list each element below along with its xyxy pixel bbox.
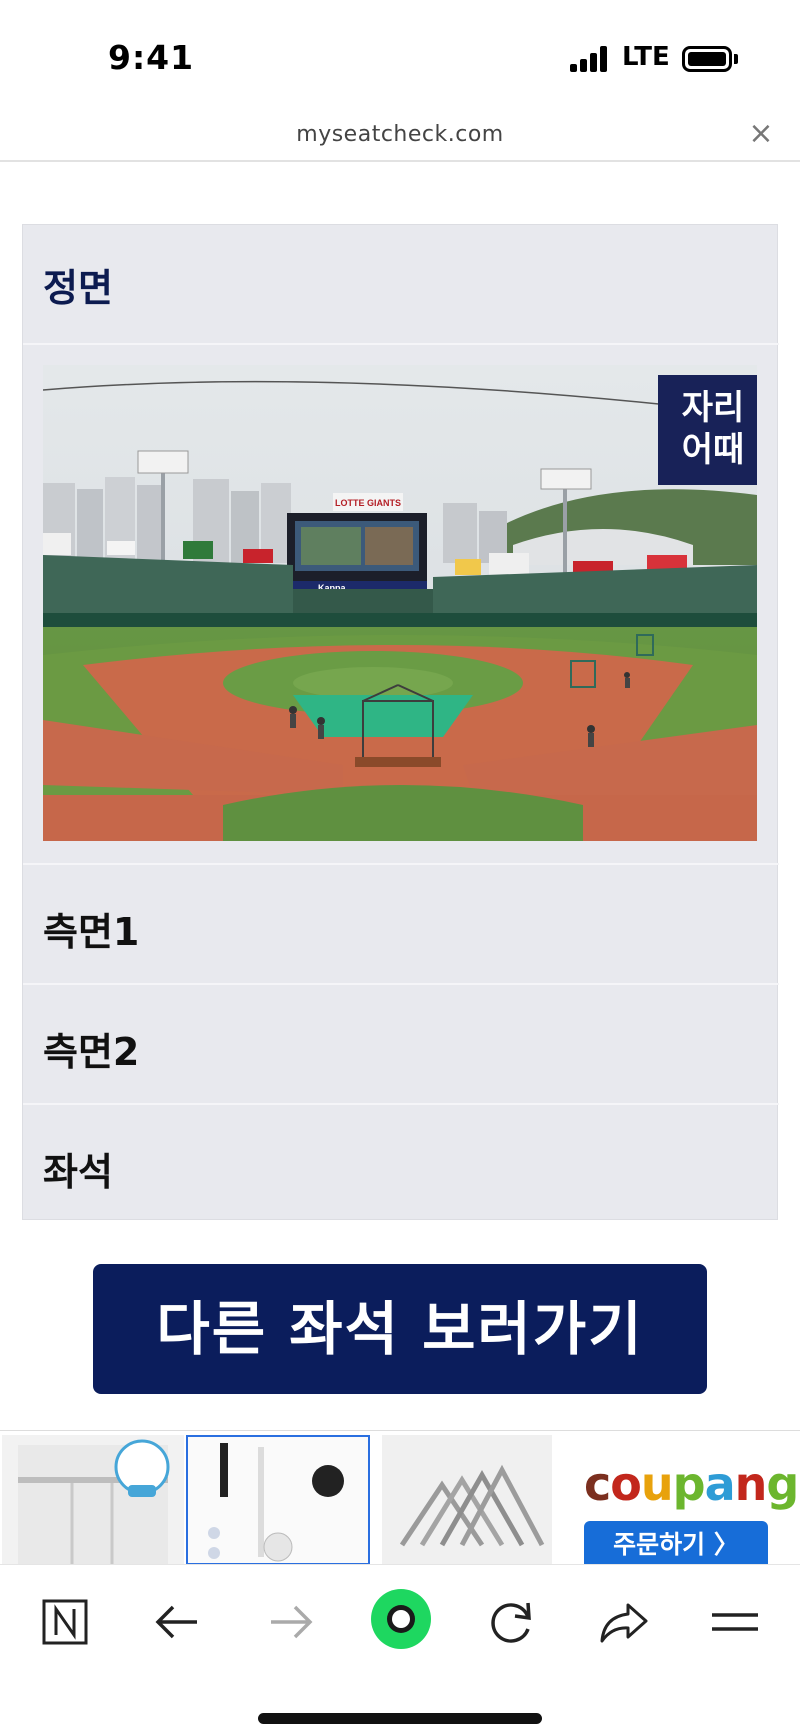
naver-n-icon[interactable] — [30, 1587, 100, 1657]
green-dot-icon[interactable] — [365, 1583, 437, 1655]
ad-product-hangers[interactable] — [382, 1435, 552, 1564]
tab-side2-view[interactable]: 측면2 — [23, 985, 779, 1105]
ad-coupang[interactable]: coupang 주문하기 〉 — [560, 1435, 798, 1564]
refresh-icon[interactable] — [476, 1587, 546, 1657]
view-panel: 정면 LOTTE GIANTS Kappa 자리 어때 측면1 측면2 좌석 — [22, 224, 779, 1221]
home-indicator — [258, 1713, 542, 1724]
status-bar: 9:41 LTE — [0, 0, 800, 112]
stadium-photo: LOTTE GIANTS Kappa 자리 어때 — [43, 365, 757, 841]
url-text[interactable]: myseatcheck.com — [0, 122, 800, 147]
tab-front-view[interactable]: 정면 — [23, 225, 779, 345]
tab-seat-label: 좌석 — [43, 1150, 113, 1194]
tab-side2-label: 측면2 — [43, 1030, 140, 1074]
tab-side1-label: 측면1 — [43, 910, 140, 954]
status-time: 9:41 — [108, 38, 195, 77]
close-icon[interactable]: × — [746, 116, 776, 151]
menu-icon[interactable] — [700, 1587, 770, 1657]
share-icon[interactable] — [588, 1587, 658, 1657]
badge-line1: 자리 — [681, 388, 745, 428]
coupang-order-button[interactable]: 주문하기 〉 — [584, 1521, 768, 1564]
url-bar[interactable]: myseatcheck.com × — [0, 112, 800, 162]
network-type: LTE — [622, 42, 670, 72]
tab-front-label: 정면 — [43, 266, 113, 310]
signal-icon — [570, 46, 610, 72]
view-other-seats-button[interactable]: 다른 좌석 보러가기 — [93, 1264, 707, 1394]
ad-product-cabinet[interactable] — [2, 1435, 184, 1564]
jari-eottae-badge: 자리 어때 — [658, 375, 757, 485]
scoreboard-text: LOTTE GIANTS — [335, 498, 401, 508]
back-arrow-icon[interactable] — [143, 1587, 213, 1657]
battery-tip — [734, 54, 738, 64]
forward-arrow-icon[interactable] — [255, 1587, 325, 1657]
ad-strip: coupang 주문하기 〉 — [0, 1430, 800, 1564]
ad-product-vacuum[interactable] — [186, 1435, 370, 1564]
battery-icon — [682, 46, 732, 72]
browser-toolbar — [0, 1564, 800, 1734]
photo-row: LOTTE GIANTS Kappa 자리 어때 — [23, 345, 779, 865]
badge-line2: 어때 — [681, 430, 745, 470]
coupang-logo: coupang — [584, 1457, 798, 1511]
tab-seat-view[interactable]: 좌석 — [23, 1105, 779, 1221]
tab-side1-view[interactable]: 측면1 — [23, 865, 779, 985]
